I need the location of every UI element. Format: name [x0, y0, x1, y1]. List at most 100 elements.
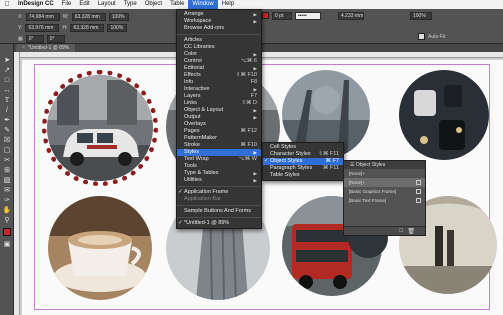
angle-field[interactable]: 0°: [25, 34, 44, 43]
menu-item-label: Articles: [184, 37, 203, 43]
menu-item-label: Browse Add-ons: [184, 25, 225, 31]
menu-item-patternmaker[interactable]: PatternMaker: [177, 135, 261, 142]
menu-item-browse-add-ons[interactable]: Browse Add-ons: [177, 25, 261, 32]
menu-item-styles[interactable]: Styles ▶: [177, 149, 261, 156]
stroke-weight-field[interactable]: 0 pt: [272, 11, 292, 20]
panel-menu-icon[interactable]: ☰: [350, 162, 354, 168]
y-field[interactable]: 63.976 mm: [25, 23, 60, 32]
menu-item-utilities[interactable]: Utilities ▶: [177, 177, 261, 184]
offset-field[interactable]: 4.233 mm: [338, 11, 364, 20]
rectangle-tool-icon[interactable]: ▢: [2, 146, 12, 155]
free-transform-tool-icon[interactable]: ⊞: [2, 166, 12, 175]
document-tab[interactable]: × *Untitled-1 @ 89%: [16, 44, 76, 52]
menu-item-output[interactable]: Output ▶: [177, 114, 261, 121]
scissors-tool-icon[interactable]: ✂: [2, 156, 12, 165]
rectangle-frame-tool-icon[interactable]: ☒: [2, 136, 12, 145]
reference-point-icon[interactable]: ▦: [18, 36, 23, 42]
eyedropper-tool-icon[interactable]: ✑: [2, 196, 12, 205]
gap-tool-icon[interactable]: ↔: [2, 86, 12, 95]
autofit-checkbox[interactable]: [418, 33, 425, 40]
object-style-row[interactable]: [Basic Text Frame]: [344, 196, 425, 205]
menu-edit[interactable]: Edit: [75, 0, 93, 9]
apple-icon[interactable]: : [0, 1, 14, 8]
menu-item-interactive[interactable]: Interactive ▶: [177, 86, 261, 93]
menu-item-tools[interactable]: Tools: [177, 163, 261, 170]
trash-icon[interactable]: 🗑: [407, 228, 415, 235]
menu-item-text-wrap[interactable]: Text Wrap ⌥⌘ W: [177, 156, 261, 163]
menu-item-overlays[interactable]: Overlays: [177, 121, 261, 128]
menu-item-arrange[interactable]: Arrange ▶: [177, 11, 261, 18]
menu-item-articles[interactable]: Articles: [177, 37, 261, 44]
fill-color-icon[interactable]: [3, 228, 11, 236]
pen-tool-icon[interactable]: ✒: [2, 116, 12, 125]
menu-layout[interactable]: Layout: [94, 0, 120, 9]
menu-help[interactable]: Help: [218, 0, 238, 9]
x-label: X:: [18, 13, 23, 20]
direct-selection-tool-icon[interactable]: ↗: [2, 66, 12, 75]
menu-item-stroke[interactable]: Stroke ⌘ F10: [177, 142, 261, 149]
menu-item-paragraph-styles[interactable]: Paragraph Styles ⌘ F11: [263, 165, 343, 172]
shear-field[interactable]: 0°: [46, 34, 65, 43]
menu-item-links[interactable]: Links ⇧⌘ D: [177, 100, 261, 107]
menu-item-object-layout[interactable]: Object & Layout ▶: [177, 107, 261, 114]
gradient-tool-icon[interactable]: ▧: [2, 176, 12, 185]
width-field[interactable]: 63.328 mm: [71, 12, 106, 21]
night-traffic-image[interactable]: [399, 70, 489, 160]
menu-item-shortcut: F8: [250, 79, 257, 85]
menu-table[interactable]: Table: [166, 0, 188, 9]
menu-item-table-styles[interactable]: Table Styles: [263, 172, 343, 179]
stroke-style-field[interactable]: •••••: [295, 11, 321, 20]
menu-item-workspace[interactable]: Workspace ▶: [177, 18, 261, 25]
fill-swatch[interactable]: [262, 12, 269, 19]
menu-item-application-frame[interactable]: ✓ Application Frame: [177, 189, 261, 196]
frame-icon: [416, 189, 421, 194]
pencil-tool-icon[interactable]: ✎: [2, 126, 12, 135]
menu-item-character-styles[interactable]: Character Styles ⇧⌘ F11: [263, 151, 343, 158]
scale-y-field[interactable]: 100%: [107, 23, 128, 32]
object-style-row[interactable]: [None]+: [344, 178, 425, 187]
screen-mode-icon[interactable]: ▣: [2, 240, 12, 249]
note-tool-icon[interactable]: ✉: [2, 186, 12, 195]
x-field[interactable]: 74.984 mm: [25, 12, 60, 21]
menu-file[interactable]: File: [58, 0, 76, 9]
new-style-icon[interactable]: □: [399, 228, 403, 234]
h-label: H:: [62, 24, 68, 31]
line-tool-icon[interactable]: /: [2, 106, 12, 115]
menu-item-cc-libraries[interactable]: CC Libraries: [177, 44, 261, 51]
scale-x-field[interactable]: 100%: [108, 12, 129, 21]
page-tool-icon[interactable]: □: [2, 76, 12, 85]
menu-item-label: Application Frame: [184, 189, 229, 195]
menu-item-color[interactable]: Color ▶: [177, 51, 261, 58]
object-styles-panel-header[interactable]: ☰ Object Styles: [344, 161, 425, 169]
w-label: W:: [62, 13, 69, 20]
menu-item-pages[interactable]: Pages ⌘ F12: [177, 128, 261, 135]
zoom-field[interactable]: 100%: [410, 11, 432, 20]
menu-item-shortcut: ⌘ F7: [325, 158, 339, 164]
menu-item-control[interactable]: Control ⌥⌘ 6: [177, 58, 261, 65]
vertical-ruler[interactable]: [14, 52, 20, 315]
close-icon[interactable]: ×: [22, 45, 25, 51]
menu-object[interactable]: Object: [141, 0, 166, 9]
height-field[interactable]: 63.328 mm: [70, 23, 105, 32]
submenu-arrow-icon: ▶: [253, 108, 257, 113]
hand-tool-icon[interactable]: ✋: [2, 206, 12, 215]
menu-item-cell-styles[interactable]: Cell Styles: [263, 144, 343, 151]
menu-item-label: Application Bar: [184, 196, 221, 202]
menu-item-effects[interactable]: Effects ⇧⌘ F10: [177, 72, 261, 79]
coffee-cup-image[interactable]: [48, 196, 152, 300]
menu-item-sample-buttons-and-forms[interactable]: Sample Buttons And Forms: [177, 208, 261, 215]
zoom-tool-icon[interactable]: ⚲: [2, 216, 12, 225]
menu-item-editorial[interactable]: Editorial ▶: [177, 65, 261, 72]
menu-item-layers[interactable]: Layers F7: [177, 93, 261, 100]
london-taxi-image[interactable]: [42, 70, 158, 186]
type-tool-icon[interactable]: T: [2, 96, 12, 105]
menu-item-untitled-1-89[interactable]: ✓ *Untitled-1 @ 89%: [177, 220, 261, 227]
menu-window[interactable]: Window: [188, 0, 218, 9]
menu-item-object-styles[interactable]: ✓ Object Styles ⌘ F7: [263, 158, 343, 165]
menu-type[interactable]: Type: [120, 0, 141, 9]
object-style-row[interactable]: [Basic Graphics Frame]: [344, 187, 425, 196]
menu-item-type-tables[interactable]: Type & Tables ▶: [177, 170, 261, 177]
selection-tool-icon[interactable]: ➤: [2, 56, 12, 65]
menu-item-info[interactable]: Info F8: [177, 79, 261, 86]
menu-app[interactable]: InDesign CC: [14, 0, 58, 9]
